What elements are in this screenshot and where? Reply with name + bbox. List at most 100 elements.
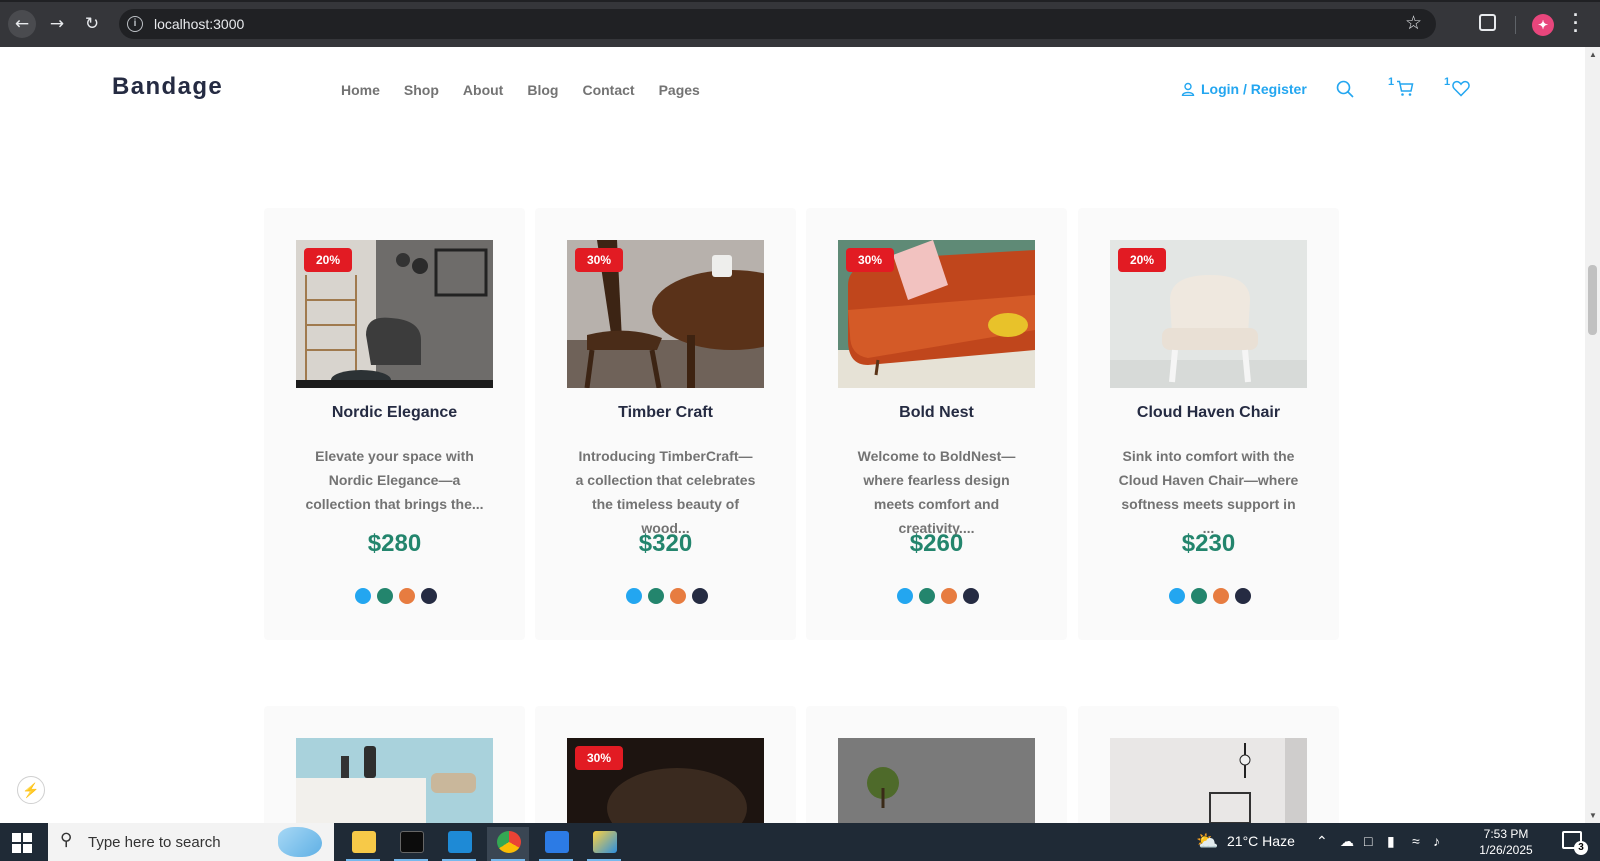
search-icon: ⚲ bbox=[60, 830, 73, 850]
product-image[interactable]: 30% bbox=[567, 240, 764, 388]
main-nav: Home Shop About Blog Contact Pages bbox=[341, 82, 700, 98]
product-title[interactable]: Cloud Haven Chair bbox=[1078, 404, 1339, 422]
login-register-link[interactable]: Login / Register bbox=[1181, 81, 1307, 97]
clock[interactable]: 7:53 PM 1/26/2025 bbox=[1470, 826, 1542, 858]
page-scrollbar[interactable]: ▲ ▼ bbox=[1585, 47, 1600, 823]
swatch-green[interactable] bbox=[377, 588, 393, 604]
chrome-icon[interactable] bbox=[487, 827, 529, 861]
swatch-navy[interactable] bbox=[1235, 588, 1251, 604]
reload-icon[interactable]: ↻ bbox=[78, 10, 106, 38]
profile-avatar[interactable]: ✦ bbox=[1532, 14, 1554, 36]
swatch-orange[interactable] bbox=[399, 588, 415, 604]
file-explorer-icon[interactable] bbox=[342, 827, 384, 861]
scrollbar-thumb[interactable] bbox=[1588, 265, 1597, 335]
url-text[interactable]: localhost:3000 bbox=[154, 16, 244, 32]
swatch-orange[interactable] bbox=[941, 588, 957, 604]
volume-icon[interactable]: ♪ bbox=[1433, 833, 1440, 849]
swatch-blue[interactable] bbox=[355, 588, 371, 604]
product-description: Introducing TimberCraft—a collection tha… bbox=[575, 448, 756, 536]
nav-shop[interactable]: Shop bbox=[404, 82, 439, 98]
azure-data-studio-icon[interactable] bbox=[535, 827, 577, 861]
chevron-up-icon[interactable]: ⌃ bbox=[1316, 833, 1328, 850]
search-icon[interactable] bbox=[1336, 80, 1354, 98]
color-swatches bbox=[626, 588, 708, 604]
product-title[interactable]: Timber Craft bbox=[535, 404, 796, 422]
product-card[interactable]: 30% bbox=[535, 706, 796, 823]
product-price: $230 bbox=[1181, 530, 1236, 557]
swatch-blue[interactable] bbox=[1169, 588, 1185, 604]
lightning-icon[interactable]: ⚡ bbox=[17, 776, 45, 804]
page-viewport: Bandage Home Shop About Blog Contact Pag… bbox=[0, 47, 1585, 823]
swatch-green[interactable] bbox=[1191, 588, 1207, 604]
windows-start-icon[interactable] bbox=[12, 833, 32, 853]
product-card[interactable]: 20% Nordic Elegance Elevate your space w… bbox=[264, 208, 525, 640]
taskbar-search[interactable]: ⚲ Type here to search bbox=[48, 823, 334, 861]
product-card[interactable] bbox=[806, 706, 1067, 823]
toolbar-divider bbox=[1515, 16, 1516, 34]
color-swatches bbox=[897, 588, 979, 604]
brand-logo[interactable]: Bandage bbox=[112, 73, 223, 101]
swatch-green[interactable] bbox=[648, 588, 664, 604]
sticky-app-icon[interactable] bbox=[583, 827, 625, 861]
wifi-icon[interactable]: ≈ bbox=[1412, 833, 1420, 849]
extensions-icon[interactable] bbox=[1479, 14, 1496, 31]
wishlist-count-badge: 1 bbox=[1444, 76, 1451, 88]
nav-pages[interactable]: Pages bbox=[659, 82, 700, 98]
discount-badge: 20% bbox=[304, 248, 352, 272]
product-card[interactable]: 30% Bold Nest Welcome to BoldNest— where… bbox=[806, 208, 1067, 640]
address-bar[interactable]: i localhost:3000 ☆ bbox=[119, 9, 1436, 39]
swatch-navy[interactable] bbox=[692, 588, 708, 604]
nav-blog[interactable]: Blog bbox=[527, 82, 558, 98]
product-image[interactable] bbox=[838, 738, 1035, 823]
product-description: Sink into comfort with the Cloud Haven C… bbox=[1118, 448, 1299, 536]
swatch-orange[interactable] bbox=[1213, 588, 1229, 604]
product-card[interactable]: 20% Cloud Haven Chair Sink into comfort … bbox=[1078, 208, 1339, 640]
forward-icon[interactable]: → bbox=[43, 10, 71, 38]
product-description: Elevate your space with Nordic Elegance—… bbox=[305, 448, 484, 512]
back-icon[interactable]: ← bbox=[8, 10, 36, 38]
bookmark-star-icon[interactable]: ☆ bbox=[1405, 12, 1422, 34]
swatch-blue[interactable] bbox=[897, 588, 913, 604]
product-title[interactable]: Nordic Elegance bbox=[264, 404, 525, 422]
product-description: Welcome to BoldNest— where fearless desi… bbox=[857, 448, 1016, 536]
vscode-icon[interactable] bbox=[438, 827, 480, 861]
product-image[interactable]: 20% bbox=[1110, 240, 1307, 388]
swatch-blue[interactable] bbox=[626, 588, 642, 604]
swatch-green[interactable] bbox=[919, 588, 935, 604]
weather-icon[interactable]: ⛅ bbox=[1196, 831, 1218, 852]
scroll-up-arrow[interactable]: ▲ bbox=[1589, 50, 1597, 59]
browser-toolbar: ← → ↻ i localhost:3000 ☆ ✦ · · · bbox=[0, 0, 1600, 47]
scroll-down-arrow[interactable]: ▼ bbox=[1589, 811, 1597, 820]
product-image[interactable]: 30% bbox=[567, 738, 764, 823]
heart-icon[interactable] bbox=[1452, 80, 1470, 97]
discount-badge: 30% bbox=[575, 248, 623, 272]
browser-menu-icon[interactable]: · · · bbox=[1571, 6, 1581, 40]
product-card[interactable] bbox=[264, 706, 525, 823]
product-image[interactable] bbox=[1110, 738, 1307, 823]
weather-text[interactable]: 21°C Haze bbox=[1227, 833, 1295, 849]
product-price: $320 bbox=[638, 530, 693, 557]
battery-icon[interactable]: ▮ bbox=[1387, 833, 1395, 850]
product-image[interactable] bbox=[296, 738, 493, 823]
site-info-icon[interactable]: i bbox=[127, 16, 143, 32]
cart-icon[interactable] bbox=[1396, 80, 1414, 97]
onedrive-icon[interactable]: ☁ bbox=[1340, 833, 1354, 850]
login-label: Login / Register bbox=[1201, 81, 1307, 97]
discount-badge: 20% bbox=[1118, 248, 1166, 272]
product-card[interactable]: 30% Timber Craft Introducing TimberCraft… bbox=[535, 208, 796, 640]
product-image[interactable]: 30% bbox=[838, 240, 1035, 388]
color-swatches bbox=[355, 588, 437, 604]
nav-about[interactable]: About bbox=[463, 82, 503, 98]
nav-contact[interactable]: Contact bbox=[582, 82, 634, 98]
meet-now-icon[interactable]: □ bbox=[1364, 833, 1372, 849]
color-swatches bbox=[1169, 588, 1251, 604]
product-image[interactable]: 20% bbox=[296, 240, 493, 388]
product-title[interactable]: Bold Nest bbox=[806, 404, 1067, 422]
product-card[interactable] bbox=[1078, 706, 1339, 823]
windows-taskbar: ⚲ Type here to search ⛅ 21°C Haze ⌃ ☁ □ … bbox=[0, 823, 1600, 861]
swatch-navy[interactable] bbox=[421, 588, 437, 604]
terminal-icon[interactable] bbox=[390, 827, 432, 861]
swatch-navy[interactable] bbox=[963, 588, 979, 604]
swatch-orange[interactable] bbox=[670, 588, 686, 604]
nav-home[interactable]: Home bbox=[341, 82, 380, 98]
